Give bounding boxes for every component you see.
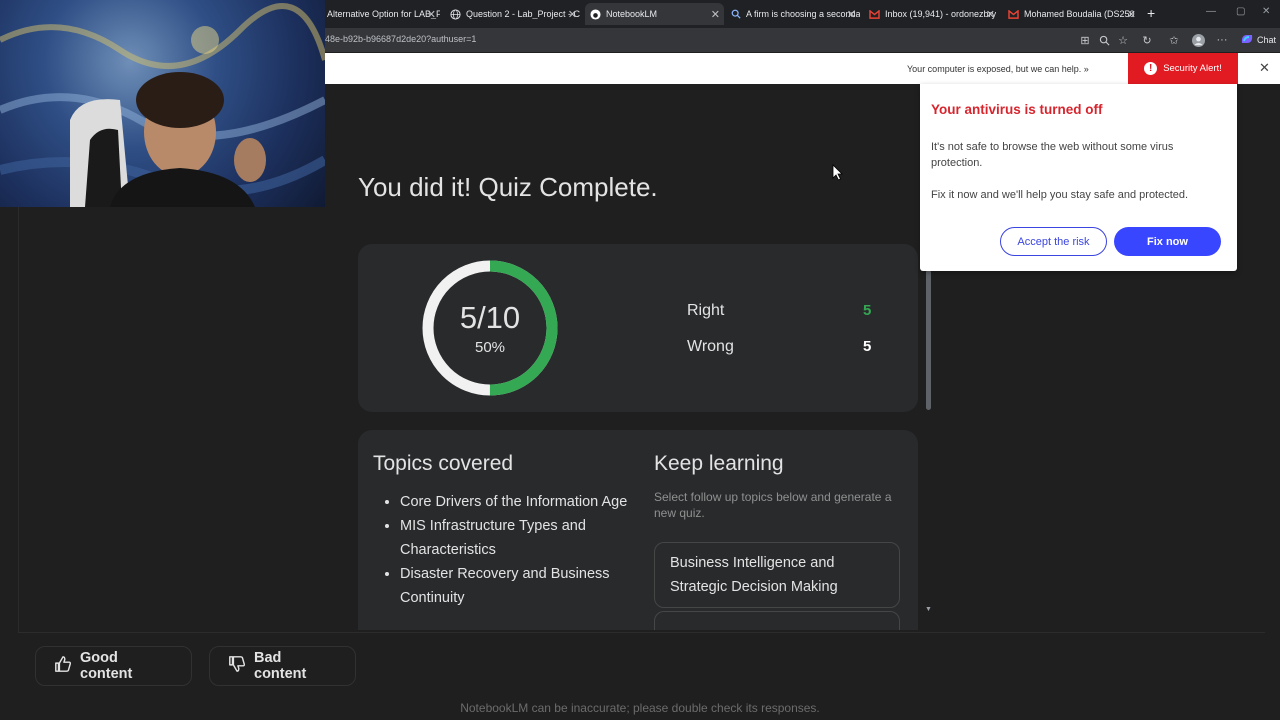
security-alert-button[interactable]: ! Security Alert! (1128, 53, 1238, 84)
quiz-complete-title: You did it! Quiz Complete. (358, 172, 658, 202)
tab-label: A firm is choosing a seconda (746, 9, 860, 19)
copilot-chat-button[interactable]: Chat (1240, 33, 1276, 47)
gmail-icon (869, 9, 880, 20)
topic-item: Disaster Recovery and Business Continuit… (400, 562, 640, 610)
popup-body-secondary: Fix it now and we'll help you stay safe … (931, 189, 1189, 201)
close-icon[interactable]: ✕ (986, 8, 995, 21)
restore-icon[interactable]: ▢ (1236, 6, 1245, 17)
close-icon[interactable]: ✕ (711, 8, 720, 21)
score-card: 5/10 50% Right 5 Wrong 5 (358, 244, 918, 412)
security-alert-label: Security Alert! (1163, 63, 1222, 74)
tab-label: Question 2 - Lab_Project - C (466, 9, 581, 19)
close-icon[interactable]: ✕ (427, 8, 436, 21)
close-icon[interactable]: ✕ (568, 8, 577, 21)
tab-lab-option[interactable]: Alternative Option for LAB_P ✕ (327, 3, 440, 25)
right-label: Right (687, 302, 725, 319)
more-menu-icon[interactable]: ··· (1215, 33, 1229, 47)
close-icon[interactable]: ✕ (847, 8, 856, 21)
favorites-icon[interactable]: ✩ (1167, 33, 1181, 47)
bad-content-label: Bad content (254, 650, 307, 682)
globe-icon (450, 8, 461, 20)
close-icon[interactable]: ✕ (1127, 8, 1136, 21)
feedback-bar (18, 632, 1265, 705)
app-install-icon[interactable]: ⊞ (1078, 33, 1092, 47)
keep-learning-heading: Keep learning (654, 452, 784, 475)
disclaimer-text: NotebookLM can be inaccurate; please dou… (460, 701, 820, 715)
right-count: 5 (863, 302, 872, 319)
gmail-icon (1008, 9, 1019, 20)
topics-card: Topics covered Core Drivers of the Infor… (358, 430, 918, 630)
keep-learning-subtext: Select follow up topics below and genera… (654, 490, 892, 520)
minimize-icon[interactable]: — (1206, 6, 1216, 17)
chat-label: Chat (1257, 35, 1277, 45)
webcam-overlay (0, 0, 325, 207)
window-close-icon[interactable]: ✕ (1262, 6, 1270, 17)
scrollbar-thumb[interactable] (926, 270, 931, 410)
good-content-label: Good content (80, 650, 133, 682)
accept-risk-button[interactable]: Accept the risk (1000, 227, 1107, 256)
search-icon (730, 9, 741, 20)
tab-gmail-inbox[interactable]: Inbox (19,941) - ordonezbry ✕ (869, 3, 999, 25)
copilot-icon (1240, 33, 1254, 47)
tab-search-firm[interactable]: A firm is choosing a seconda ✕ (730, 3, 860, 25)
banner-close-icon[interactable]: ✕ (1259, 60, 1270, 76)
good-content-button[interactable]: Good content (35, 646, 192, 686)
wrong-label: Wrong (687, 338, 734, 355)
tab-question-2[interactable]: Question 2 - Lab_Project - C ✕ (450, 3, 581, 25)
webcam-feed (0, 3, 325, 207)
thumbs-down-icon (228, 655, 246, 677)
tab-gmail-message[interactable]: Mohamed Boudalia (DS250 ✕ (1008, 3, 1140, 25)
bad-content-button[interactable]: Bad content (209, 646, 356, 686)
url-field[interactable]: 48e-b92b-b96687d2de20?authuser=1 (325, 34, 476, 44)
score-value: 5/10 (459, 300, 521, 335)
wrong-count: 5 (863, 338, 872, 355)
alert-icon: ! (1144, 62, 1158, 75)
security-banner: Your computer is exposed, but we can hel… (325, 53, 1280, 84)
topic-item: Core Drivers of the Information Age (400, 490, 640, 514)
new-tab-icon[interactable]: + (1147, 5, 1155, 21)
tab-label: Inbox (19,941) - ordonezbry (885, 9, 997, 19)
refresh-icon[interactable]: ↻ (1140, 33, 1154, 47)
tab-label: Mohamed Boudalia (DS250 (1024, 9, 1135, 19)
scroll-down-icon[interactable]: ▼ (925, 606, 932, 613)
tab-notebooklm[interactable]: NotebookLM ✕ (585, 3, 724, 25)
tab-label: NotebookLM (606, 9, 658, 19)
favorite-star-icon[interactable]: ☆ (1116, 33, 1130, 47)
fix-now-button[interactable]: Fix now (1114, 227, 1221, 256)
followup-topic-chip[interactable]: Business Intelligence and Strategic Deci… (654, 542, 900, 608)
followup-topic-chip[interactable] (654, 611, 900, 630)
topic-item: MIS Infrastructure Types and Characteris… (400, 514, 640, 562)
popup-body: It's not safe to browse the web without … (931, 141, 1174, 169)
popup-title: Your antivirus is turned off (931, 102, 1103, 117)
antivirus-popup: Your antivirus is turned off It's not sa… (920, 84, 1237, 271)
zoom-icon[interactable] (1097, 33, 1111, 47)
score-percent: 50% (474, 339, 506, 356)
thumbs-up-icon (54, 655, 72, 677)
profile-avatar-icon[interactable] (1191, 33, 1205, 47)
tab-label: Alternative Option for LAB_P (327, 9, 440, 19)
topics-list: Core Drivers of the Information Age MIS … (383, 490, 640, 610)
banner-message[interactable]: Your computer is exposed, but we can hel… (907, 64, 1089, 74)
mouse-cursor-icon (832, 164, 843, 181)
topics-heading: Topics covered (373, 452, 514, 475)
notebooklm-icon (590, 8, 601, 20)
